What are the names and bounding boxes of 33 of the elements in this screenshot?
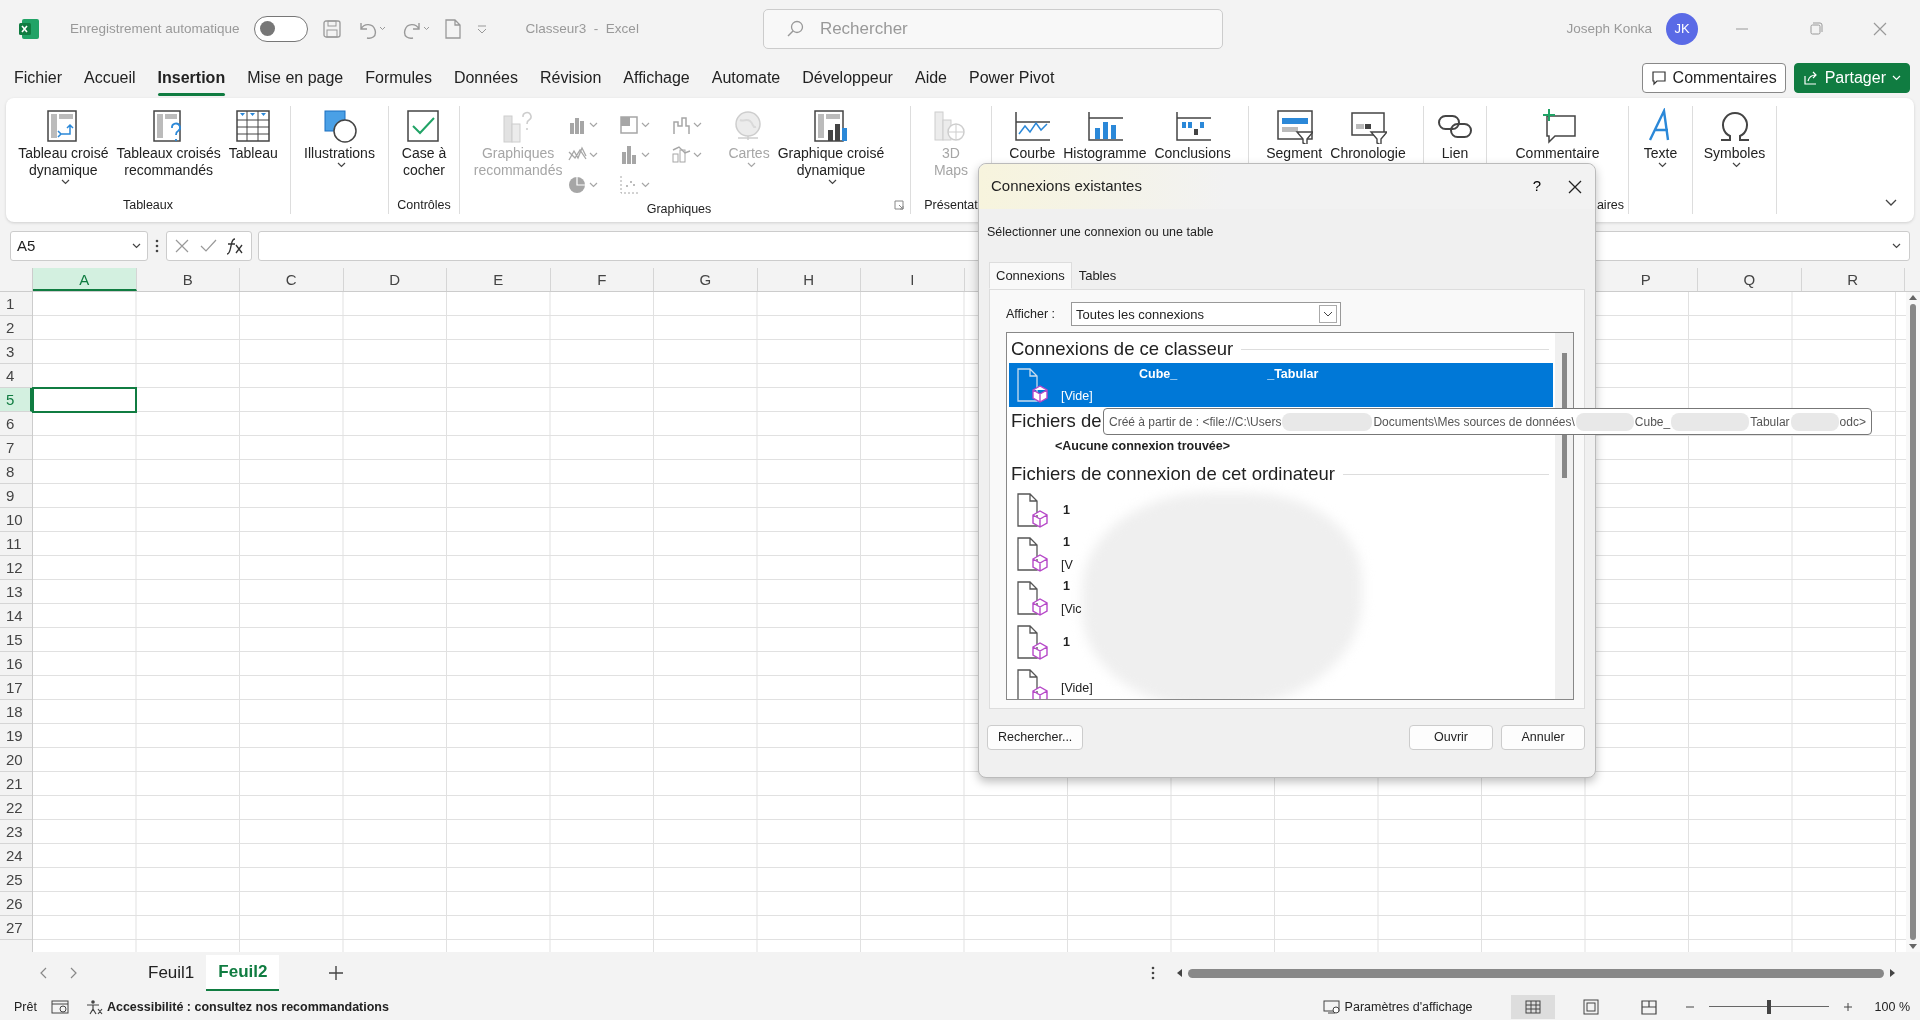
autosave-label: Enregistrement automatique <box>70 19 240 38</box>
connection-description: [Vic <box>1061 601 1082 618</box>
group-label: Contrôles <box>397 198 451 212</box>
connection-name: 1 <box>1063 534 1070 552</box>
group-label: aires <box>1596 198 1624 212</box>
tooltip-text: Cube_ <box>1634 413 1671 431</box>
dialog-title: Connexions existantes <box>991 176 1142 197</box>
instruction-text: Sélectionner une connexion ou une table <box>986 224 1215 241</box>
connection-description: [V <box>1061 557 1073 574</box>
connection-name: 1 <box>1063 578 1070 596</box>
empty-message: <Aucune connexion trouvée> <box>1054 438 1232 456</box>
section-heading: Fichiers de connexion de cet ordinateur <box>1011 462 1335 487</box>
user-name: Joseph Konka <box>1566 19 1652 38</box>
connection-name: Cube_ <box>1139 365 1178 383</box>
status-text: Prêt <box>14 998 37 1016</box>
connection-description: [Vide] <box>1061 388 1094 406</box>
dropdown-value: Toutes les connexions <box>1076 305 1205 324</box>
group-label: Présentat <box>924 198 978 212</box>
tooltip-text: Documents\Mes sources de données\ <box>1373 413 1575 431</box>
section-heading: Connexions de ce classeur <box>1011 337 1234 362</box>
connection-name: 1 <box>1063 501 1070 519</box>
tooltip-text: Tabular <box>1750 413 1790 431</box>
tooltip-text: odc> <box>1839 413 1866 431</box>
section-heading: Fichiers de <box>1011 409 1102 434</box>
group-label: Graphiques <box>646 202 712 216</box>
show-label: Afficher : <box>1006 305 1056 323</box>
connection-name: 1 <box>1063 633 1070 651</box>
document-title: Classeur3 - Excel <box>525 19 639 38</box>
cell-reference: A5 <box>17 235 36 256</box>
connection-description: [Vide] <box>1061 679 1093 697</box>
tooltip-text: Créé à partir de : <file://C:\Users <box>1109 413 1282 431</box>
group-label: Tableaux <box>122 198 173 212</box>
connection-name: _Tabular <box>1267 365 1319 383</box>
